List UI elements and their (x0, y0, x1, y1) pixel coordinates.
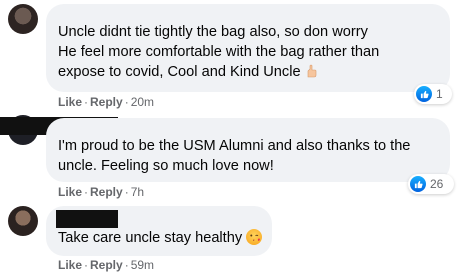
reaction-count: 1 (436, 87, 443, 101)
comment-actions: Like · Reply · 20m (58, 95, 154, 109)
kissing-heart-face-icon (246, 229, 263, 245)
separator: · (84, 258, 89, 272)
comment-bubble: Uncle didnt tie tightly the bag also, so… (46, 4, 450, 92)
comment-text: Take care uncle stay healthy (58, 228, 263, 248)
reply-link[interactable]: Reply (90, 95, 123, 109)
avatar[interactable] (8, 206, 38, 236)
timestamp[interactable]: 7h (131, 185, 144, 199)
timestamp[interactable]: 59m (131, 258, 154, 272)
thumbs-up-icon (307, 64, 316, 78)
comment-actions: Like · Reply · 59m (58, 258, 154, 272)
comment-actions: Like · Reply · 7h (58, 185, 144, 199)
reply-link[interactable]: Reply (90, 258, 123, 272)
like-link[interactable]: Like (58, 258, 82, 272)
reaction-count: 26 (430, 177, 444, 191)
avatar[interactable] (8, 4, 38, 34)
like-link[interactable]: Like (58, 95, 82, 109)
reaction-badge[interactable]: 26 (408, 174, 454, 194)
comment-bubble: I'm proud to be the USM Alumni and also … (46, 118, 450, 182)
comment-text: Uncle didnt tie tightly the bag also, so… (58, 24, 368, 40)
comment-text: He feel more comfortable with the bag ra… (58, 44, 380, 60)
comment-text: expose to covid, Cool and Kind Uncle (58, 62, 438, 82)
reply-link[interactable]: Reply (90, 185, 123, 199)
reaction-badge[interactable]: 1 (414, 84, 452, 104)
comment-text: I'm proud to be the USM Alumni and also … (58, 138, 411, 154)
name-redaction (56, 210, 118, 228)
like-reaction-icon (410, 176, 426, 192)
timestamp[interactable]: 20m (131, 95, 154, 109)
like-link[interactable]: Like (58, 185, 82, 199)
like-reaction-icon (416, 86, 432, 102)
separator: · (124, 185, 129, 199)
separator: · (124, 95, 129, 109)
separator: · (124, 258, 129, 272)
separator: · (84, 95, 89, 109)
comment-text: uncle. Feeling so much love now! (58, 158, 274, 174)
separator: · (84, 185, 89, 199)
